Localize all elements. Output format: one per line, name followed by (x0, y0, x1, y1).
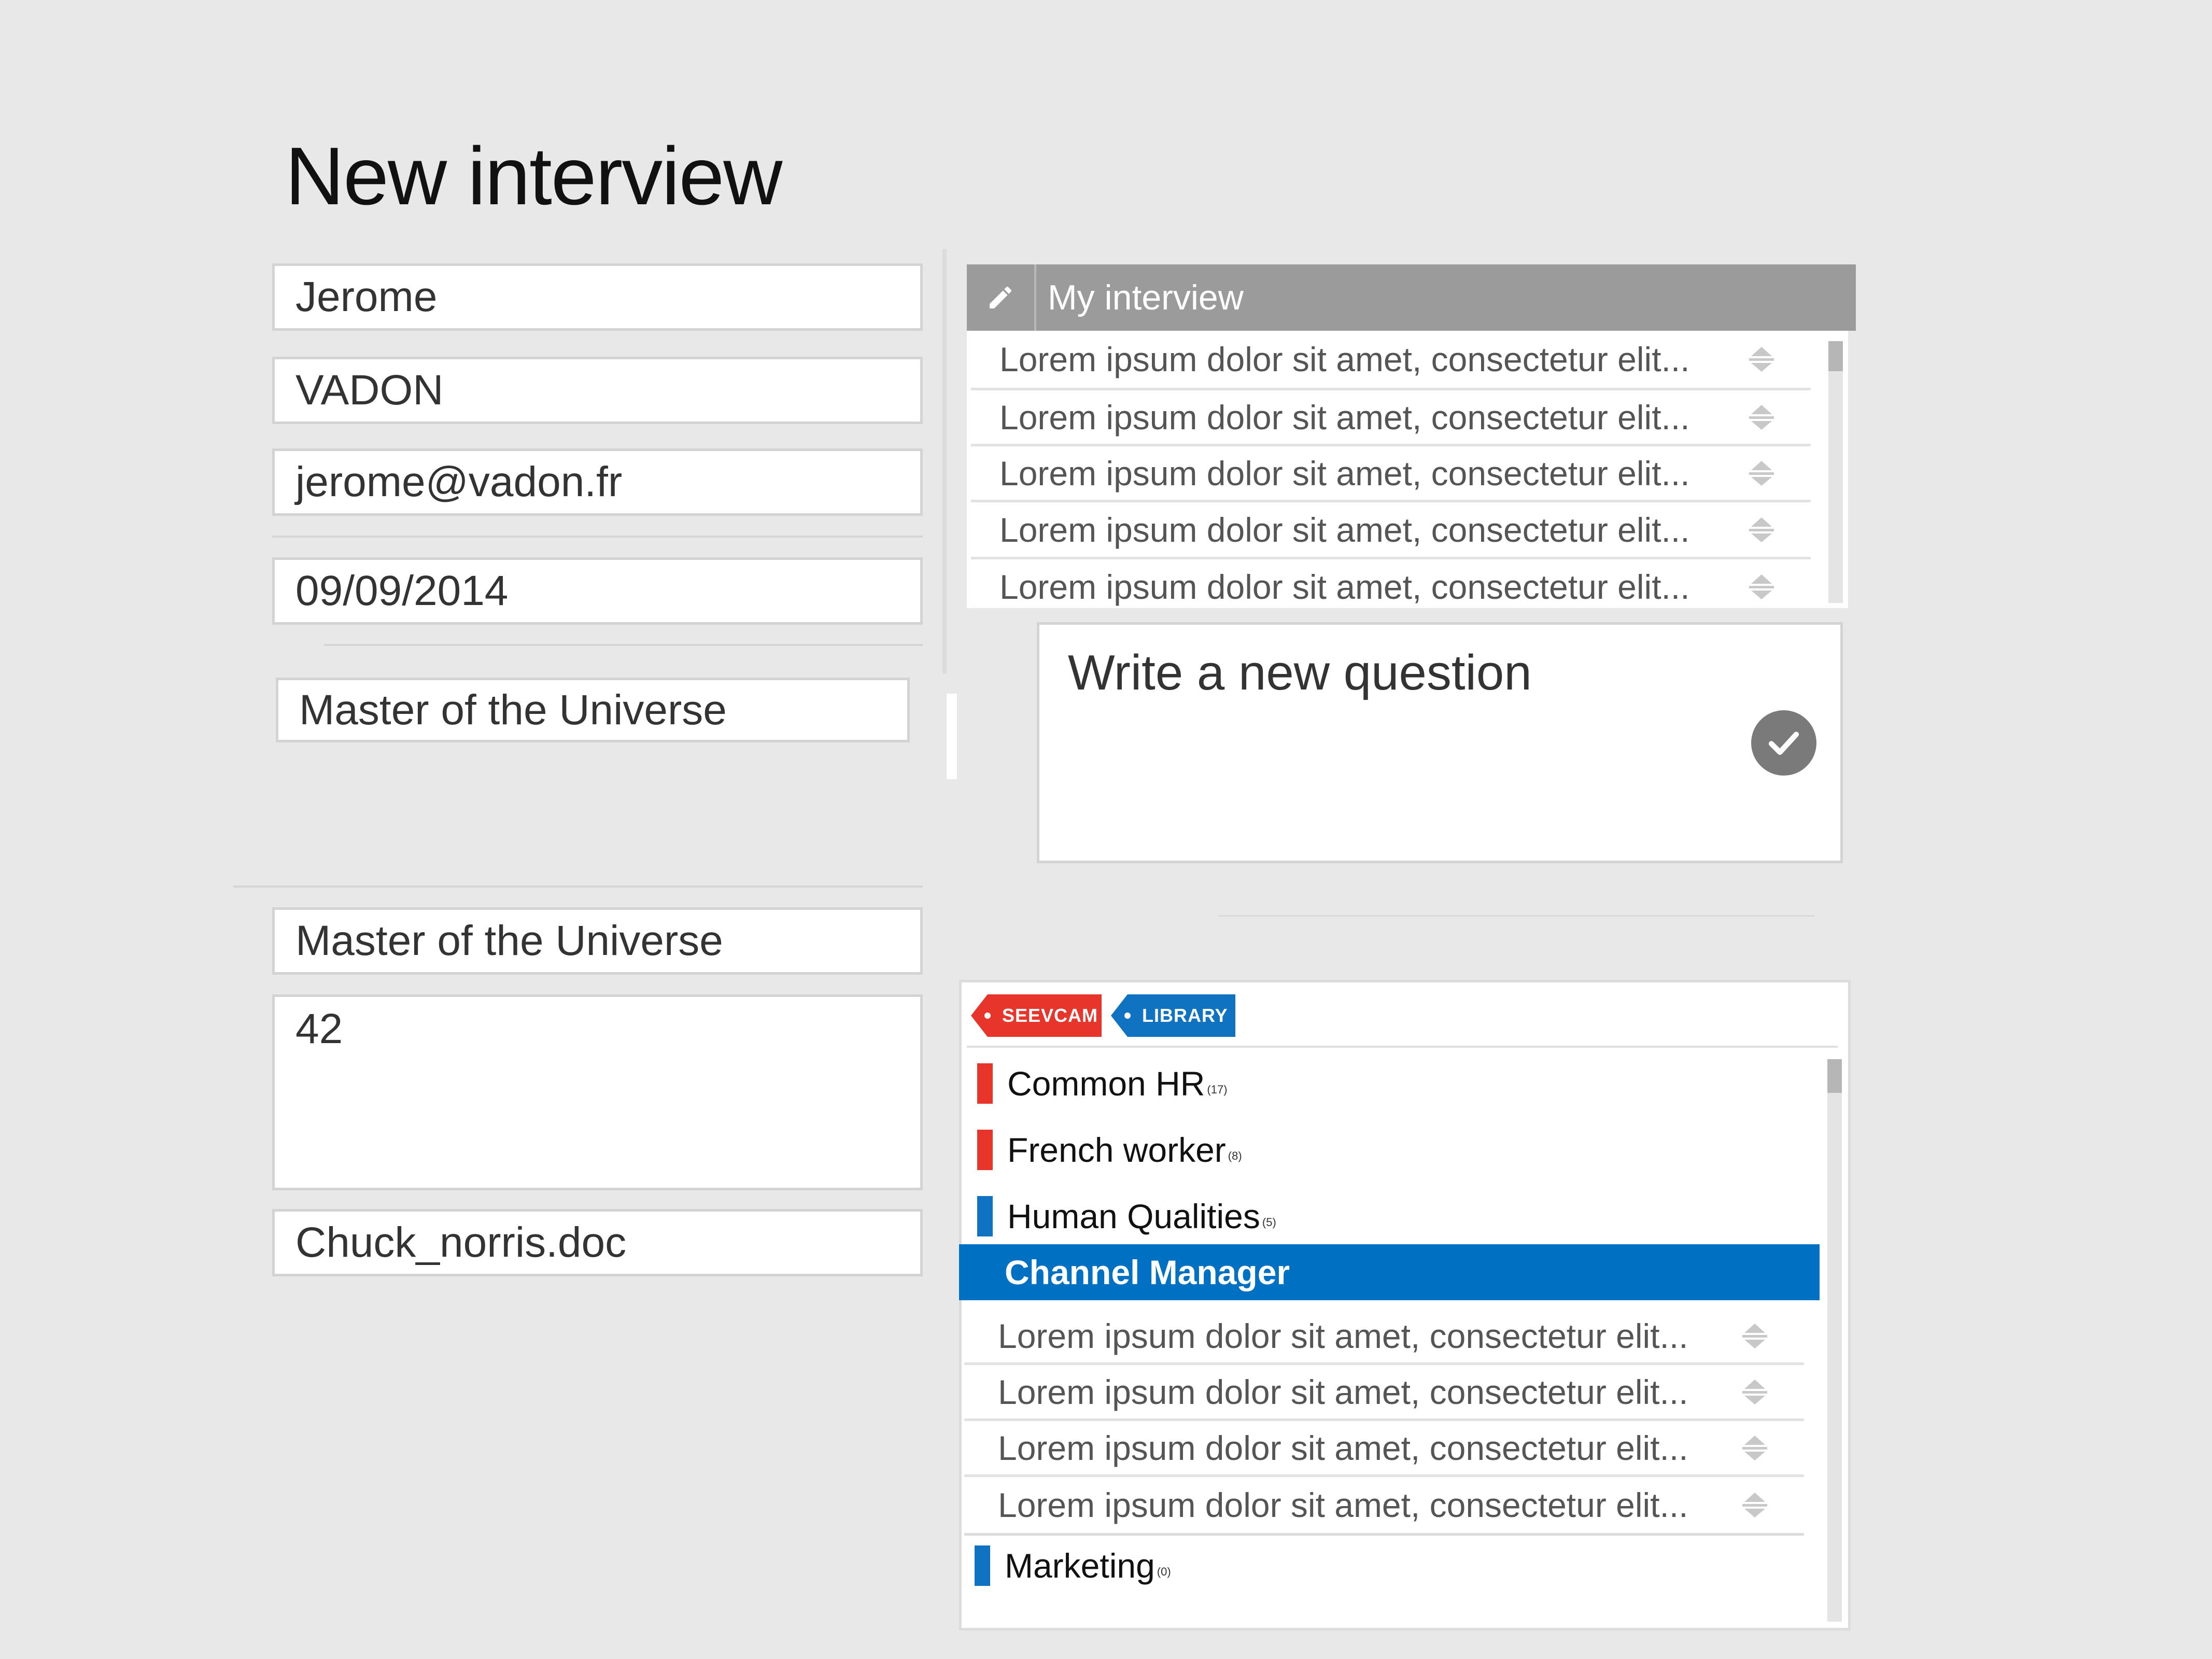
question-text: Lorem ipsum dolor sit amet, consectetur … (999, 454, 1690, 493)
interview-panel-title: My interview (1048, 278, 1244, 317)
category-count: (5) (1262, 1216, 1276, 1229)
reorder-arrows-icon[interactable] (1743, 458, 1780, 489)
library-question-list: Lorem ipsum dolor sit amet, consectetur … (964, 1309, 1804, 1536)
position-field-2[interactable]: Master of the Universe (272, 907, 923, 975)
reorder-arrows-icon[interactable] (1743, 514, 1780, 545)
reorder-arrows-icon[interactable] (1737, 1376, 1773, 1408)
column-divider (942, 249, 947, 674)
question-text: Lorem ipsum dolor sit amet, consectetur … (999, 567, 1690, 606)
category-item[interactable]: Human Qualities (5) (977, 1190, 1276, 1242)
question-text: Lorem ipsum dolor sit amet, consectetur … (998, 1428, 1688, 1467)
divider (324, 644, 923, 646)
reorder-arrows-icon[interactable] (1743, 344, 1780, 375)
reorder-arrows-icon[interactable] (1743, 571, 1780, 602)
tag-label: LIBRARY (1142, 1005, 1228, 1026)
category-color-bar (977, 1063, 993, 1104)
library-question[interactable]: Lorem ipsum dolor sit amet, consectetur … (964, 1365, 1804, 1421)
interview-question[interactable]: Lorem ipsum dolor sit amet, consectetur … (971, 502, 1811, 559)
scrollbar-thumb[interactable] (1827, 1059, 1842, 1093)
page-title: New interview (285, 131, 782, 222)
column-divider-highlight (947, 694, 957, 779)
category-color-bar (977, 1130, 993, 1170)
attachment-field[interactable]: Chuck_norris.doc (272, 1209, 923, 1276)
question-text: Lorem ipsum dolor sit amet, consectetur … (998, 1372, 1688, 1411)
date-field[interactable]: 09/09/2014 (272, 557, 923, 625)
divider (272, 536, 923, 538)
question-text: Lorem ipsum dolor sit amet, consectetur … (998, 1316, 1688, 1355)
notes-field[interactable]: 42 (272, 994, 923, 1190)
new-question-input[interactable]: Write a new question (1037, 622, 1843, 863)
scrollbar[interactable] (1828, 341, 1843, 603)
interview-question[interactable]: Lorem ipsum dolor sit amet, consectetur … (971, 390, 1811, 446)
tag-library[interactable]: LIBRARY (1111, 994, 1235, 1037)
category-item[interactable]: Marketing (0) (975, 1540, 1171, 1592)
category-item-selected[interactable]: Channel Manager (959, 1244, 1820, 1300)
question-text: Lorem ipsum dolor sit amet, consectetur … (998, 1486, 1688, 1524)
category-name: French worker (1007, 1131, 1226, 1169)
pencil-icon[interactable] (967, 264, 1036, 331)
reorder-arrows-icon[interactable] (1737, 1489, 1773, 1521)
divider (233, 885, 923, 888)
position-field[interactable]: Master of the Universe (276, 678, 910, 742)
category-item[interactable]: French worker (8) (977, 1124, 1242, 1176)
checkmark-icon[interactable] (1751, 710, 1816, 776)
divider (1218, 915, 1814, 917)
last-name-field[interactable]: VADON (272, 357, 923, 424)
interview-question[interactable]: Lorem ipsum dolor sit amet, consectetur … (971, 559, 1811, 614)
reorder-arrows-icon[interactable] (1737, 1432, 1773, 1464)
interview-question[interactable]: Lorem ipsum dolor sit amet, consectetur … (971, 331, 1811, 390)
library-question[interactable]: Lorem ipsum dolor sit amet, consectetur … (964, 1477, 1804, 1536)
interview-question-list: Lorem ipsum dolor sit amet, consectetur … (967, 331, 1848, 608)
category-item[interactable]: Common HR (17) (977, 1058, 1228, 1109)
scrollbar-thumb[interactable] (1828, 341, 1843, 371)
category-name: Common HR (1007, 1064, 1205, 1103)
reorder-arrows-icon[interactable] (1743, 402, 1780, 433)
tag-seevcam[interactable]: SEEVCAM (971, 994, 1102, 1037)
library-question[interactable]: Lorem ipsum dolor sit amet, consectetur … (964, 1421, 1804, 1477)
question-text: Lorem ipsum dolor sit amet, consectetur … (999, 340, 1690, 378)
email-field[interactable]: jerome@vadon.fr (272, 448, 923, 516)
tag-label: SEEVCAM (1002, 1005, 1098, 1026)
scrollbar[interactable] (1827, 1059, 1842, 1622)
category-color-bar (975, 1545, 990, 1586)
interview-question[interactable]: Lorem ipsum dolor sit amet, consectetur … (971, 446, 1811, 502)
reorder-arrows-icon[interactable] (1737, 1320, 1773, 1352)
library-question[interactable]: Lorem ipsum dolor sit amet, consectetur … (964, 1309, 1804, 1365)
category-name: Marketing (1005, 1546, 1155, 1585)
category-count: (0) (1157, 1565, 1171, 1578)
question-text: Lorem ipsum dolor sit amet, consectetur … (999, 398, 1690, 437)
category-count: (8) (1228, 1149, 1242, 1162)
category-color-bar (977, 1196, 993, 1236)
new-question-placeholder: Write a new question (1068, 645, 1532, 700)
category-count: (17) (1207, 1083, 1228, 1096)
question-text: Lorem ipsum dolor sit amet, consectetur … (999, 510, 1690, 549)
interview-panel-header: My interview (967, 264, 1856, 331)
first-name-field[interactable]: Jerome (272, 263, 923, 331)
divider (967, 1046, 1838, 1048)
category-name: Human Qualities (1007, 1197, 1260, 1235)
